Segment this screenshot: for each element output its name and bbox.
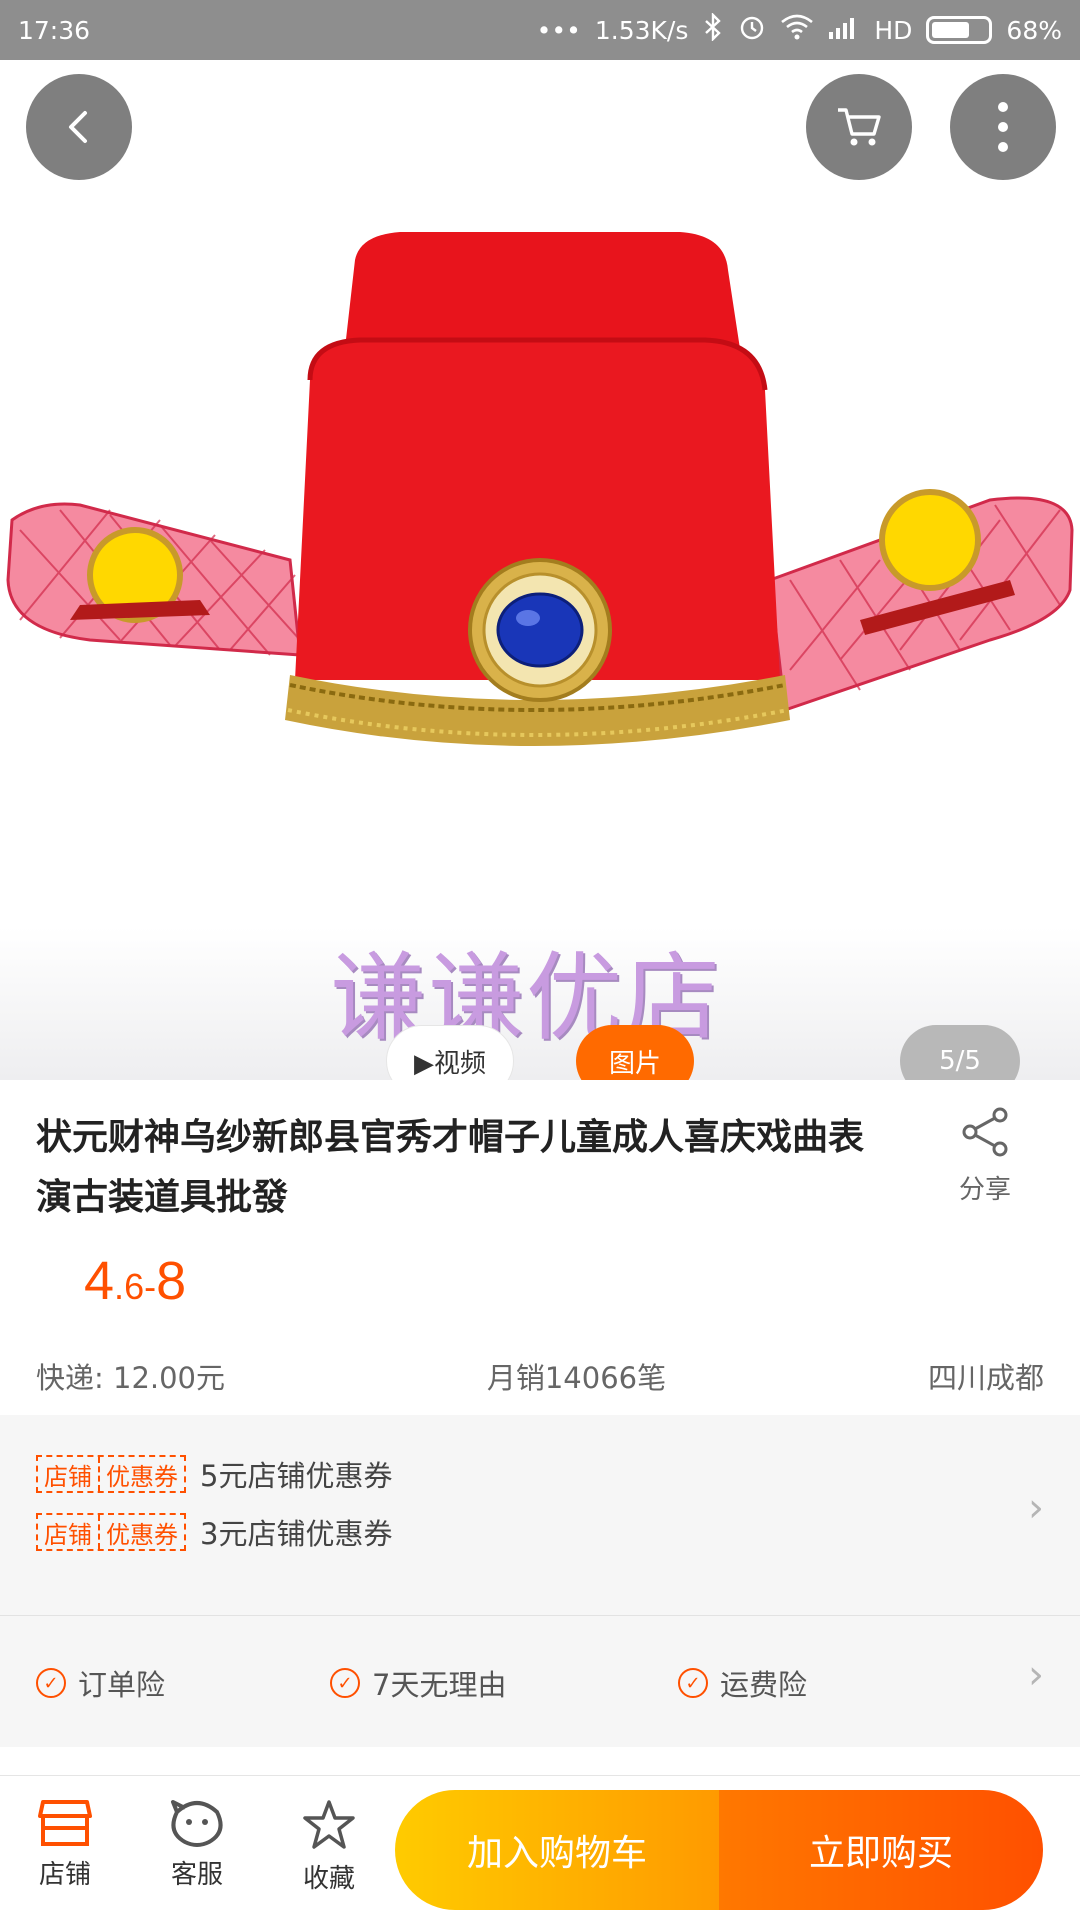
service-guarantees[interactable]: ✓ 订单险 ✓ 7天无理由 ✓ 运费险 › xyxy=(0,1615,1080,1747)
photo-tab[interactable]: 图片 xyxy=(576,1025,694,1080)
more-button[interactable] xyxy=(950,74,1056,180)
shop-button[interactable]: 店铺 xyxy=(10,1798,120,1891)
share-button[interactable]: 分享 xyxy=(940,1105,1030,1206)
ship-location: 四川成都 xyxy=(927,1361,1044,1395)
price-dash: - xyxy=(144,1266,157,1307)
back-button[interactable] xyxy=(26,74,132,180)
service-label: 订单险 xyxy=(78,1668,166,1702)
shop-label: 店铺 xyxy=(38,1860,91,1890)
coupon-tag-shop: 店铺 xyxy=(44,1462,92,1491)
hat-left-wing xyxy=(6,502,302,657)
product-title: 状元财神乌纱新郎县官秀才帽子儿童成人喜庆戏曲表演古装道具批發 xyxy=(36,1117,865,1218)
hat-crown xyxy=(285,232,790,746)
star-icon xyxy=(303,1800,355,1849)
favorite-button[interactable]: 收藏 xyxy=(274,1798,384,1895)
more-vertical-icon xyxy=(998,102,1008,152)
price-max: 8 xyxy=(156,1251,187,1311)
product-gallery[interactable]: 谦谦优店 ▶视频 图片 5/5 xyxy=(0,60,1080,1080)
coupon-text: 5元店铺优惠券 xyxy=(200,1459,393,1493)
service-item: ✓ 运费险 xyxy=(678,1662,807,1704)
check-circle-icon: ✓ xyxy=(678,1668,708,1698)
more-dots-icon: ••• xyxy=(536,15,581,45)
hat-right-wing xyxy=(768,489,1074,713)
price-dot: . xyxy=(114,1266,125,1307)
wifi-icon xyxy=(780,14,814,46)
image-pager: 5/5 xyxy=(900,1025,1020,1080)
buy-now-button[interactable]: 立即购买 xyxy=(719,1790,1043,1910)
shipping-fee: 快递: 12.00元 xyxy=(36,1361,226,1395)
favorite-label: 收藏 xyxy=(302,1864,355,1894)
customer-service-button[interactable]: 客服 xyxy=(142,1798,252,1891)
bluetooth-icon xyxy=(702,12,724,47)
battery-icon xyxy=(926,16,993,44)
chevron-right-icon: › xyxy=(1028,1485,1044,1531)
coupon-text: 3元店铺优惠券 xyxy=(200,1517,393,1551)
cart-button[interactable] xyxy=(806,74,912,180)
monthly-sales: 月销14066笔 xyxy=(486,1361,667,1395)
price-decimal: 6 xyxy=(124,1266,145,1307)
cart-icon xyxy=(838,108,881,146)
add-to-cart-button[interactable]: 加入购物车 xyxy=(395,1790,719,1910)
coupon-tag-shop: 店铺 xyxy=(44,1520,92,1549)
shop-icon xyxy=(38,1800,92,1846)
service-label: 7天无理由 xyxy=(372,1668,507,1702)
hd-label: HD xyxy=(874,15,913,45)
service-label: 运费险 xyxy=(720,1668,808,1702)
coupon-tag-label: 优惠券 xyxy=(106,1520,178,1549)
customer-service-label: 客服 xyxy=(170,1860,223,1890)
coupon-tag: 店铺 优惠券 xyxy=(36,1455,186,1493)
coupon-item: 店铺 优惠券 3元店铺优惠券 xyxy=(36,1511,392,1553)
status-bar: 17:36 ••• 1.53K/s HD 68% xyxy=(0,0,1080,60)
service-item: ✓ 订单险 xyxy=(36,1662,165,1704)
check-circle-icon: ✓ xyxy=(36,1668,66,1698)
chat-face-icon xyxy=(171,1800,223,1847)
share-icon xyxy=(962,1107,1008,1157)
network-speed: 1.53K/s xyxy=(594,15,689,45)
bottom-action-bar: 店铺 客服 收藏 加入购物车 立即购买 xyxy=(0,1775,1080,1920)
price-main: 4 xyxy=(84,1251,115,1311)
coupon-section[interactable]: 店铺 优惠券 5元店铺优惠券 店铺 优惠券 3元店铺优惠券 › xyxy=(0,1415,1080,1615)
price-range: 4.6-8 xyxy=(84,1250,186,1312)
signal-icon xyxy=(828,14,860,46)
share-label: 分享 xyxy=(958,1175,1011,1205)
video-tab[interactable]: ▶视频 xyxy=(386,1025,514,1080)
back-arrow-icon xyxy=(69,111,87,143)
coupon-tag-label: 优惠券 xyxy=(106,1462,178,1491)
status-time: 17:36 xyxy=(18,15,91,45)
battery-percent: 68% xyxy=(1006,15,1062,45)
coupon-item: 店铺 优惠券 5元店铺优惠券 xyxy=(36,1453,392,1495)
check-circle-icon: ✓ xyxy=(330,1668,360,1698)
chevron-right-icon: › xyxy=(1028,1652,1044,1698)
purchase-buttons: 加入购物车 立即购买 xyxy=(395,1790,1043,1910)
alarm-icon xyxy=(738,13,766,47)
coupon-tag: 店铺 优惠券 xyxy=(36,1513,186,1551)
service-item: ✓ 7天无理由 xyxy=(330,1662,506,1704)
product-meta-row: 快递: 12.00元 月销14066笔 四川成都 xyxy=(36,1355,1044,1397)
